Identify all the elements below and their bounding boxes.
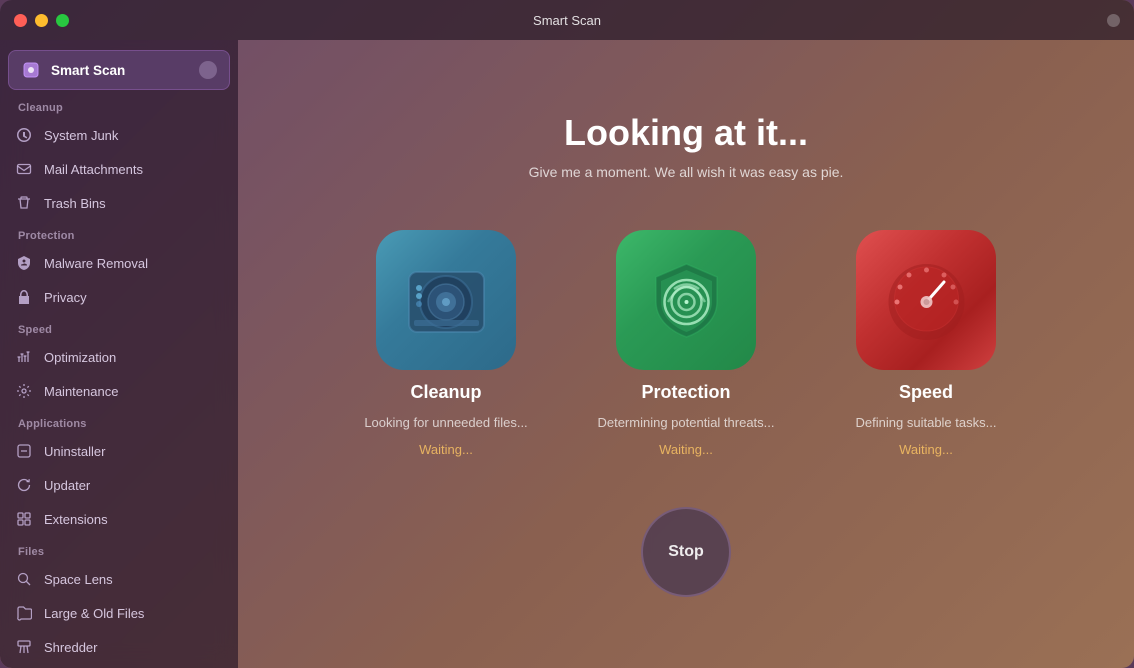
main-heading: Looking at it... — [564, 112, 808, 154]
close-button[interactable] — [14, 14, 27, 27]
section-label-applications: Applications — [0, 408, 238, 434]
protection-card-title: Protection — [641, 382, 730, 403]
cleanup-card-status: Looking for unneeded files... — [364, 415, 527, 430]
sidebar-item-large-old-files[interactable]: Large & Old Files — [0, 596, 238, 630]
title-bar: Smart Scan — [0, 0, 1134, 40]
updater-label: Updater — [44, 478, 90, 493]
updater-icon — [14, 475, 34, 495]
sidebar-item-mail-attachments[interactable]: Mail Attachments — [0, 152, 238, 186]
main-panel: Looking at it... Give me a moment. We al… — [238, 40, 1134, 668]
shredder-label: Shredder — [44, 640, 97, 655]
uninstaller-icon — [14, 441, 34, 461]
sidebar-item-smart-scan[interactable]: Smart Scan — [8, 50, 230, 90]
sidebar-item-extensions[interactable]: Extensions — [0, 502, 238, 536]
sidebar-item-shredder[interactable]: Shredder — [0, 630, 238, 664]
space-lens-label: Space Lens — [44, 572, 113, 587]
protection-card-status: Determining potential threats... — [597, 415, 774, 430]
mail-attachments-label: Mail Attachments — [44, 162, 143, 177]
section-label-cleanup: Cleanup — [0, 92, 238, 118]
system-junk-label: System Junk — [44, 128, 118, 143]
scan-card-speed: Speed Defining suitable tasks... Waiting… — [836, 230, 1016, 457]
smart-scan-icon — [21, 60, 41, 80]
space-lens-icon — [14, 569, 34, 589]
speed-card-status: Defining suitable tasks... — [856, 415, 997, 430]
smart-scan-badge — [199, 61, 217, 79]
protection-card-waiting: Waiting... — [659, 442, 713, 457]
large-old-files-icon — [14, 603, 34, 623]
scan-card-protection: Protection Determining potential threats… — [596, 230, 776, 457]
uninstaller-label: Uninstaller — [44, 444, 105, 459]
trash-bins-label: Trash Bins — [44, 196, 106, 211]
maintenance-label: Maintenance — [44, 384, 118, 399]
extensions-icon — [14, 509, 34, 529]
protection-card-icon — [616, 230, 756, 370]
minimize-button[interactable] — [35, 14, 48, 27]
speed-card-title: Speed — [899, 382, 953, 403]
sidebar-item-privacy[interactable]: Privacy — [0, 280, 238, 314]
section-label-speed: Speed — [0, 314, 238, 340]
section-label-protection: Protection — [0, 220, 238, 246]
optimization-icon — [14, 347, 34, 367]
scan-cards: Cleanup Looking for unneeded files... Wa… — [356, 230, 1016, 457]
sidebar-item-uninstaller[interactable]: Uninstaller — [0, 434, 238, 468]
stop-button[interactable]: Stop — [641, 507, 731, 597]
sidebar-item-space-lens[interactable]: Space Lens — [0, 562, 238, 596]
app-window: Smart Scan Smart Scan Cleanup — [0, 0, 1134, 668]
title-bar-dot — [1107, 14, 1120, 27]
privacy-label: Privacy — [44, 290, 87, 305]
maintenance-icon — [14, 381, 34, 401]
cleanup-card-icon — [376, 230, 516, 370]
mail-attachments-icon — [14, 159, 34, 179]
malware-removal-icon — [14, 253, 34, 273]
sidebar-item-trash-bins[interactable]: Trash Bins — [0, 186, 238, 220]
maximize-button[interactable] — [56, 14, 69, 27]
optimization-label: Optimization — [44, 350, 116, 365]
sidebar-item-updater[interactable]: Updater — [0, 468, 238, 502]
system-junk-icon — [14, 125, 34, 145]
smart-scan-label: Smart Scan — [51, 63, 189, 78]
malware-removal-label: Malware Removal — [44, 256, 148, 271]
main-subtext: Give me a moment. We all wish it was eas… — [529, 164, 844, 180]
speed-card-icon — [856, 230, 996, 370]
large-old-files-label: Large & Old Files — [44, 606, 144, 621]
scan-card-cleanup: Cleanup Looking for unneeded files... Wa… — [356, 230, 536, 457]
sidebar-item-malware-removal[interactable]: Malware Removal — [0, 246, 238, 280]
cleanup-card-title: Cleanup — [410, 382, 481, 403]
speed-card-waiting: Waiting... — [899, 442, 953, 457]
extensions-label: Extensions — [44, 512, 108, 527]
window-controls — [14, 14, 69, 27]
shredder-icon — [14, 637, 34, 657]
cleanup-card-waiting: Waiting... — [419, 442, 473, 457]
trash-bins-icon — [14, 193, 34, 213]
sidebar: Smart Scan Cleanup System Junk — [0, 40, 238, 668]
sidebar-item-system-junk[interactable]: System Junk — [0, 118, 238, 152]
window-title: Smart Scan — [533, 13, 601, 28]
section-label-files: Files — [0, 536, 238, 562]
main-content: Smart Scan Cleanup System Junk — [0, 40, 1134, 668]
sidebar-item-optimization[interactable]: Optimization — [0, 340, 238, 374]
sidebar-item-maintenance[interactable]: Maintenance — [0, 374, 238, 408]
privacy-icon — [14, 287, 34, 307]
